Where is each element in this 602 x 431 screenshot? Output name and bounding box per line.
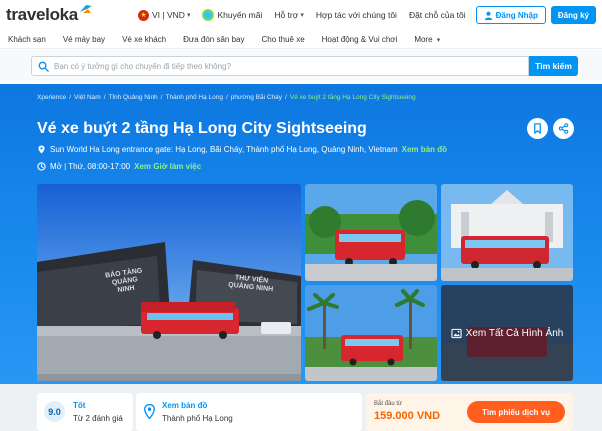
nav-airport-transfer[interactable]: Đưa đón sân bay bbox=[183, 35, 244, 44]
gallery-thumb[interactable] bbox=[305, 285, 437, 381]
main-photo[interactable]: BẢO TÀNG QUẢNG NINH THƯ VIỆN QUẢNG NINH bbox=[37, 184, 301, 381]
search-input[interactable] bbox=[54, 61, 514, 71]
breadcrumb-item[interactable]: Việt Nam bbox=[74, 94, 101, 101]
my-bookings-link[interactable]: Đặt chỗ của tôi bbox=[409, 10, 466, 20]
bus-building-photo bbox=[441, 184, 573, 281]
search-bar: Tìm kiếm bbox=[0, 50, 602, 82]
search-icon bbox=[38, 61, 49, 72]
location-pin-icon bbox=[38, 145, 45, 154]
promo-icon bbox=[202, 9, 215, 21]
bus-garden-photo bbox=[305, 184, 437, 281]
logo-bird-icon bbox=[79, 5, 92, 13]
nav-hotels[interactable]: Khách sạn bbox=[8, 35, 46, 44]
location-map-link[interactable]: Xem bản đồ bbox=[162, 401, 207, 410]
clock-icon bbox=[37, 162, 46, 171]
nav-activities[interactable]: Hoạt động & Vui chơi bbox=[322, 35, 398, 44]
nav-bus-tickets[interactable]: Vé xe khách bbox=[122, 35, 166, 44]
rating-label: Tốt bbox=[73, 401, 86, 410]
gallery-thumb-see-all[interactable]: Xem Tất Cả Hình Ảnh bbox=[441, 285, 573, 381]
image-icon bbox=[451, 328, 462, 338]
promo-link[interactable]: Khuyến mãi bbox=[202, 9, 262, 21]
vietnam-flag-icon: ★ bbox=[138, 9, 150, 21]
breadcrumb: Xperience / Việt Nam / Tỉnh Quảng Ninh / Th… bbox=[37, 94, 416, 101]
see-all-photos-button[interactable]: Xem Tất Cả Hình Ảnh bbox=[441, 285, 573, 381]
location-card[interactable]: Xem bản đồ Thành phố Hạ Long bbox=[136, 393, 362, 431]
gallery-thumb[interactable] bbox=[305, 184, 437, 281]
breadcrumb-current: Vé xe buýt 2 tầng Hạ Long City Sightseei… bbox=[289, 94, 416, 101]
user-icon bbox=[484, 11, 492, 20]
view-hours-link[interactable]: Xem Giờ làm việc bbox=[134, 162, 201, 171]
chevron-down-icon: ▾ bbox=[186, 12, 191, 19]
gallery-thumb[interactable] bbox=[441, 184, 573, 281]
breadcrumb-item[interactable]: phường Bãi Cháy bbox=[231, 94, 282, 101]
hours-text: Mở | Thứ, 08:00-17:00 bbox=[50, 162, 131, 171]
chevron-down-icon: ▾ bbox=[436, 36, 441, 44]
share-icon bbox=[558, 123, 569, 134]
search-field[interactable] bbox=[31, 56, 529, 76]
traveloka-logo[interactable]: traveloka bbox=[6, 5, 93, 25]
bus-palm-photo bbox=[305, 285, 437, 381]
location-pin-icon bbox=[143, 404, 156, 419]
address-line: Sun World Ha Long entrance gate: Hạ Long… bbox=[37, 145, 447, 154]
price-label: Bắt đầu từ bbox=[374, 401, 403, 407]
share-button[interactable] bbox=[553, 118, 574, 139]
login-button[interactable]: Đăng Nhập bbox=[475, 6, 546, 24]
category-nav: Khách sạn Vé máy bay Vé xe khách Đưa đón… bbox=[0, 30, 602, 49]
view-map-link[interactable]: Xem bản đồ bbox=[402, 145, 447, 154]
search-button[interactable]: Tìm kiếm bbox=[529, 56, 578, 76]
page-title: Vé xe buýt 2 tầng Hạ Long City Sightseei… bbox=[37, 120, 367, 137]
find-service-button[interactable]: Tìm phiếu dịch vụ bbox=[467, 401, 565, 423]
address-text: Sun World Ha Long entrance gate: Hạ Long… bbox=[50, 145, 398, 154]
top-nav: ★ VI | VND ▾ Khuyến mãi Hỗ trợ ▾ Hợp tác… bbox=[126, 6, 596, 24]
breadcrumb-item[interactable]: Tỉnh Quảng Ninh bbox=[109, 94, 158, 101]
support-menu[interactable]: Hỗ trợ ▾ bbox=[274, 10, 304, 20]
partner-link[interactable]: Hợp tác với chúng tôi bbox=[316, 10, 397, 20]
bookmark-button[interactable] bbox=[527, 118, 548, 139]
language-currency-selector[interactable]: ★ VI | VND ▾ bbox=[138, 9, 191, 21]
hours-line: Mở | Thứ, 08:00-17:00 Xem Giờ làm việc bbox=[37, 162, 201, 171]
bookmark-icon bbox=[534, 123, 541, 134]
rating-card[interactable]: 9.0 Tốt Từ 2 đánh giá bbox=[37, 393, 133, 431]
logo-text: traveloka bbox=[6, 5, 78, 24]
location-city: Thành phố Hạ Long bbox=[162, 414, 233, 423]
nav-flights[interactable]: Vé máy bay bbox=[63, 35, 105, 44]
top-header: traveloka ★ VI | VND ▾ Khuyến mãi Hỗ trợ… bbox=[0, 0, 602, 30]
register-button[interactable]: Đăng ký bbox=[550, 6, 596, 24]
nav-more[interactable]: More ▾ bbox=[414, 35, 440, 44]
chevron-down-icon: ▾ bbox=[300, 12, 304, 19]
breadcrumb-item[interactable]: Thành phố Hạ Long bbox=[165, 94, 222, 101]
rating-score: 9.0 bbox=[44, 401, 65, 422]
price-card: Bắt đầu từ 159.000 VND Tìm phiếu dịch vụ bbox=[366, 393, 573, 431]
rating-count: Từ 2 đánh giá bbox=[73, 414, 123, 423]
breadcrumb-item[interactable]: Xperience bbox=[37, 94, 66, 101]
nav-car-rental[interactable]: Cho thuê xe bbox=[262, 35, 305, 44]
price-value: 159.000 VND bbox=[374, 410, 441, 422]
product-hero: Xperience / Việt Nam / Tỉnh Quảng Ninh / Th… bbox=[0, 84, 602, 431]
